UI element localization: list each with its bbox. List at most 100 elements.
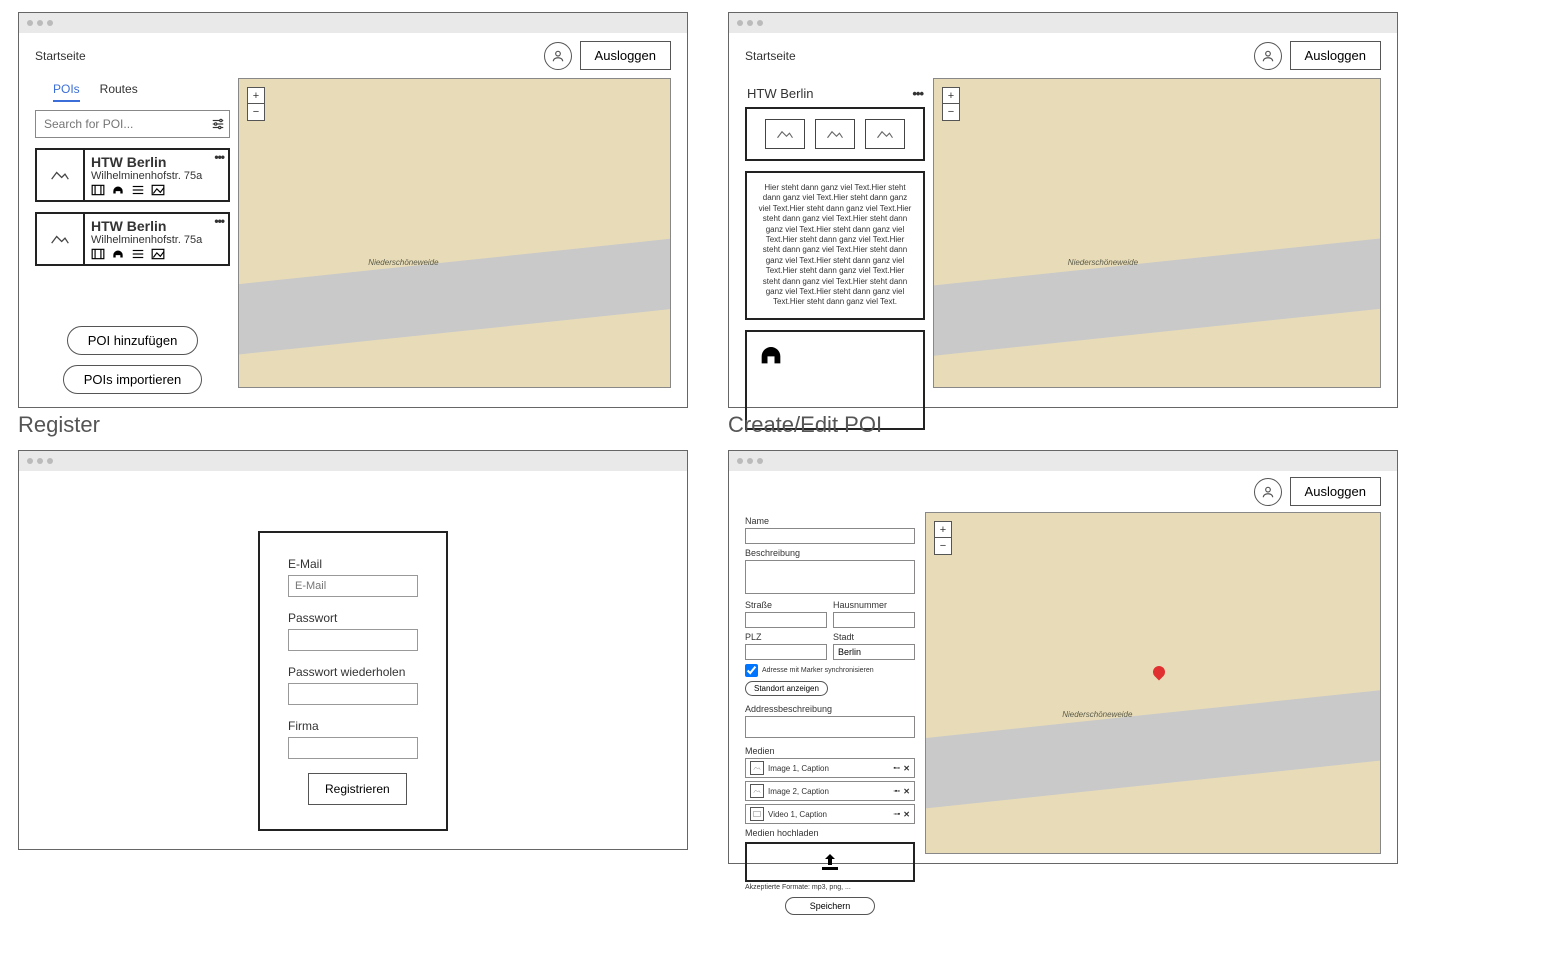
register-button[interactable]: Registrieren [308,773,407,805]
breadcrumb[interactable]: Startseite [35,49,86,63]
import-pois-button[interactable]: POIs importieren [63,365,203,394]
avatar[interactable] [1254,478,1282,506]
edit-form: Name Beschreibung Straße Hausnummer [745,512,915,854]
map[interactable]: Niederschöneweide + − [925,512,1381,854]
map-label: Niederschöneweide [1062,710,1132,719]
password-field[interactable] [288,629,418,651]
image-icon [876,127,894,141]
password-repeat-field[interactable] [288,683,418,705]
tab-pois[interactable]: POIs [53,82,80,102]
reorder-icon[interactable]: ▫▫▫▪ [893,811,899,818]
add-poi-button[interactable]: POI hinzufügen [67,326,199,355]
logout-button[interactable]: Ausloggen [580,41,671,70]
poi-description: Hier steht dann ganz viel Text.Hier steh… [745,171,925,320]
titlebar [19,451,687,471]
plz-field[interactable] [745,644,827,660]
caption-createedit: Create/Edit POI [728,412,882,438]
image-icon [151,248,165,260]
password-repeat-label: Passwort wiederholen [288,665,418,679]
gallery-image[interactable] [765,119,805,149]
audio-icon [111,184,125,196]
user-icon [1261,485,1275,499]
delete-media-icon[interactable]: ✕ [903,787,910,796]
show-location-button[interactable]: Standort anzeigen [745,681,828,696]
delete-media-icon[interactable]: ✕ [903,810,910,819]
city-label: Stadt [833,632,915,642]
description-field[interactable] [745,560,915,594]
company-label: Firma [288,719,418,733]
image-icon [50,231,70,247]
zoom-in-button[interactable]: + [943,88,959,104]
media-item: Video 1, Caption ▫▫▫▪ ✕ [745,804,915,824]
more-icon[interactable]: ••• [912,86,923,101]
media-caption[interactable]: Video 1, Caption [768,810,889,819]
upload-dropzone[interactable] [745,842,915,882]
address-desc-field[interactable] [745,716,915,738]
image-icon [776,127,794,141]
image-icon [50,167,70,183]
reorder-icon[interactable]: ▪▫▫▫ [893,765,899,772]
company-field[interactable] [288,737,418,759]
name-field[interactable] [745,528,915,544]
poi-card[interactable]: HTW Berlin Wilhelminenhofstr. 75a ••• [35,148,230,202]
sync-label: Adresse mit Marker synchronisieren [762,667,874,674]
map-pin[interactable] [1151,664,1168,681]
zoom-out-button[interactable]: − [943,104,959,120]
breadcrumb[interactable]: Startseite [745,49,796,63]
image-gallery [745,107,925,161]
headphones-icon [757,342,785,366]
video-icon [91,184,105,196]
zoom-out-button[interactable]: − [248,104,264,120]
titlebar [729,451,1397,471]
search-input[interactable] [36,111,207,137]
filter-icon[interactable] [207,111,229,137]
text-icon [131,248,145,260]
more-icon[interactable]: ••• [214,214,224,228]
city-field[interactable] [833,644,915,660]
save-button[interactable]: Speichern [785,897,876,915]
more-icon[interactable]: ••• [214,150,224,164]
user-icon [1261,49,1275,63]
logout-button[interactable]: Ausloggen [1290,41,1381,70]
register-form: E-Mail Passwort Passwort wiederholen Fir… [258,531,448,831]
window-register: E-Mail Passwort Passwort wiederholen Fir… [18,450,688,850]
houseno-field[interactable] [833,612,915,628]
poi-address: Wilhelminenhofstr. 75a [91,234,222,246]
zoom-control: + − [934,521,952,555]
media-caption[interactable]: Image 1, Caption [768,764,889,773]
media-item: Image 1, Caption ▪▫▫▫ ✕ [745,758,915,778]
email-field[interactable] [288,575,418,597]
poi-title: HTW Berlin [91,154,222,170]
gallery-image[interactable] [865,119,905,149]
media-thumb[interactable] [750,807,764,821]
media-thumb[interactable] [750,761,764,775]
sync-checkbox[interactable] [745,664,758,677]
audio-icon [111,248,125,260]
video-icon [91,248,105,260]
logout-button[interactable]: Ausloggen [1290,477,1381,506]
poi-card[interactable]: HTW Berlin Wilhelminenhofstr. 75a ••• [35,212,230,266]
tab-routes[interactable]: Routes [100,82,138,102]
reorder-icon[interactable]: ▫▪▫▫ [893,788,899,795]
formats-hint: Akzeptierte Formate: mp3, png, ... [745,884,915,891]
name-label: Name [745,516,915,526]
avatar[interactable] [544,42,572,70]
user-icon [551,49,565,63]
video-icon [753,810,761,818]
map[interactable]: Niederschöneweide + − [238,78,671,388]
zoom-control: + − [942,87,960,121]
email-label: E-Mail [288,557,418,571]
avatar[interactable] [1254,42,1282,70]
delete-media-icon[interactable]: ✕ [903,764,910,773]
gallery-image[interactable] [815,119,855,149]
image-icon [151,184,165,196]
zoom-in-button[interactable]: + [248,88,264,104]
media-thumb[interactable] [750,784,764,798]
zoom-out-button[interactable]: − [935,538,951,554]
map[interactable]: Niederschöneweide + − [933,78,1381,388]
zoom-in-button[interactable]: + [935,522,951,538]
street-label: Straße [745,600,827,610]
media-caption[interactable]: Image 2, Caption [768,787,889,796]
street-field[interactable] [745,612,827,628]
poi-thumb [37,150,85,200]
